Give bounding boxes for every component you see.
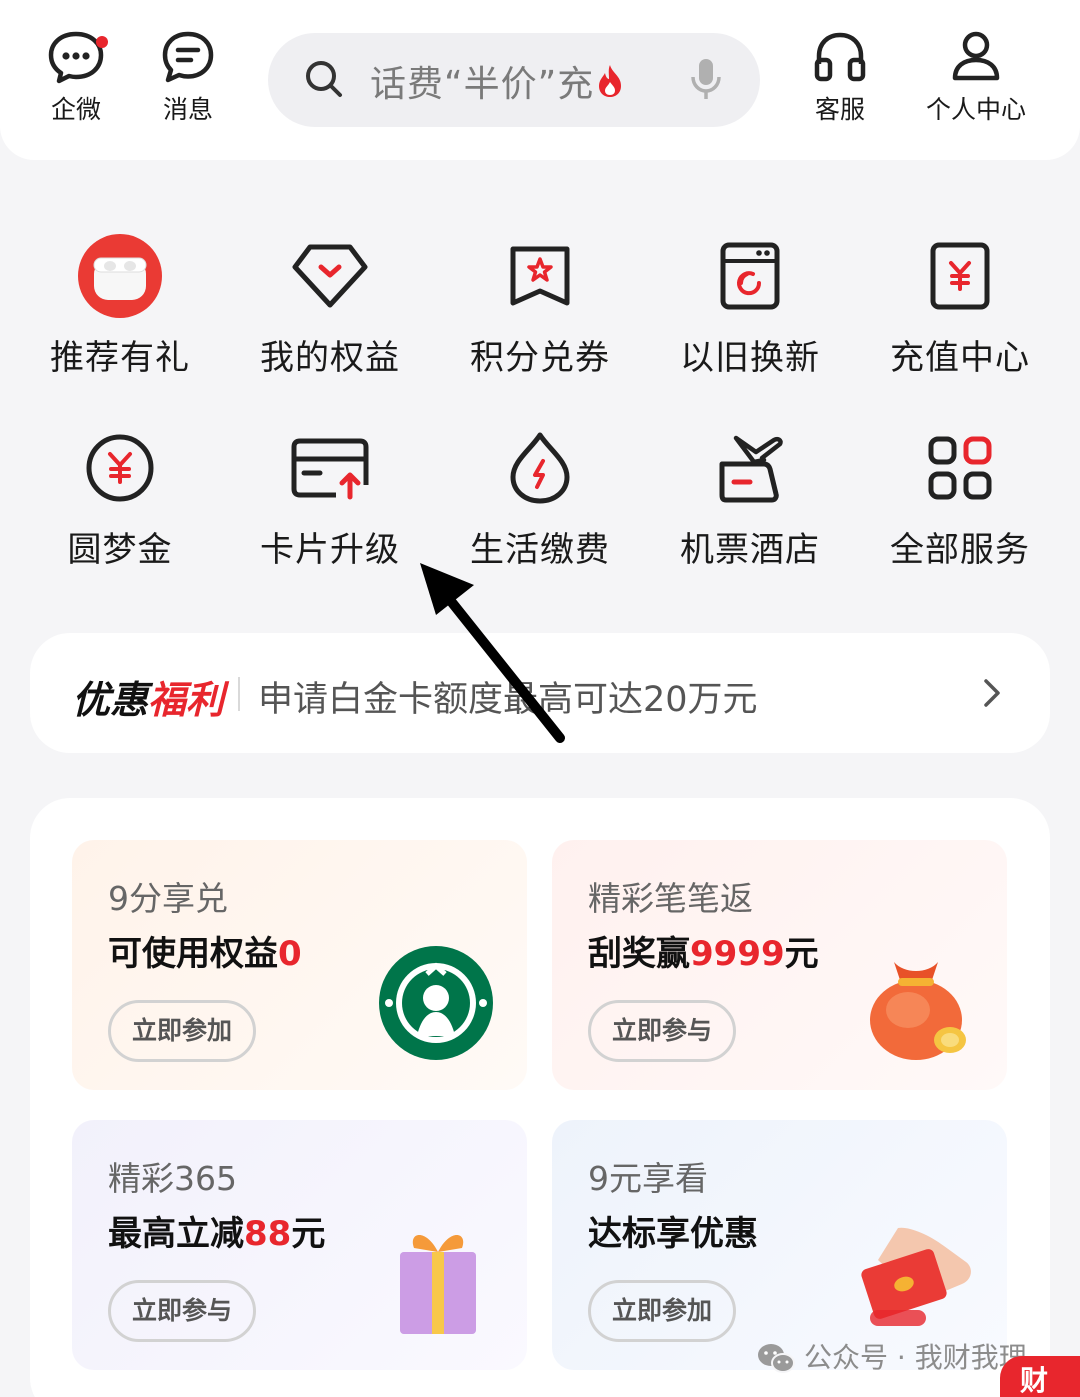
promo-divider [238,677,240,711]
money-bag-icon [870,962,966,1060]
floating-button-label: 财 [1020,1364,1049,1397]
service-label: 机票酒店 [680,530,820,570]
search-icon [306,61,342,97]
star-bookmark-icon [510,246,570,306]
card-title: 可使用权益0 [108,934,302,974]
message-icon [162,31,214,83]
chevron-right-icon [984,679,1000,707]
top-bar: 企微 消息 话费“半价”充 客服 个人中心 [0,0,1080,160]
messages-label: 消息 [162,95,213,124]
activity-card-starbucks[interactable]: 9分享兑 可使用权益0 立即参加 [72,840,527,1090]
activity-card-365[interactable]: 精彩365 最高立减88元 立即参与 [72,1120,527,1370]
service-label: 卡片升级 [260,530,400,570]
person-icon [952,31,1000,81]
service-card-upgrade[interactable]: 卡片升级 [225,420,435,570]
drop-bolt-icon [510,432,570,504]
fire-icon [599,65,621,97]
qiwei-label: 企微 [50,95,101,124]
wechat-icon [758,1344,795,1373]
service-label: 以旧换新 [680,338,820,378]
join-button[interactable]: 立即参与 [588,1000,736,1062]
activity-card-scratch[interactable]: 精彩笔笔返 刮奖赢9999元 立即参与 [552,840,1007,1090]
floating-finance-button[interactable]: 财 [1000,1356,1080,1397]
service-dream-fund[interactable]: 圆梦金 [15,420,225,570]
service-flights-hotels[interactable]: 机票酒店 [645,420,855,570]
grid-icon [928,436,992,500]
service-my-benefits[interactable]: 我的权益 [225,228,435,378]
airpods-gift-icon [78,234,162,318]
promo-title-black: 优惠 [72,678,149,722]
search-bar[interactable]: 话费“半价”充 [268,33,760,127]
coffee-logo-icon [379,946,493,1060]
service-recharge-center[interactable]: 充值中心 [855,228,1065,378]
card-title: 最高立减88元 [108,1214,326,1254]
service-all-services[interactable]: 全部服务 [855,420,1065,570]
service-label: 圆梦金 [67,530,173,570]
customer-service-button[interactable]: 客服 [780,28,900,138]
pointer-arrow-icon [420,563,565,743]
activity-panel: 9分享兑 可使用权益0 立即参加 精彩笔笔返 刮奖赢9999元 立即参与 精彩3… [30,798,1050,1397]
yuan-coin-icon [86,434,154,502]
card-subtitle: 9分享兑 [108,879,228,918]
join-button[interactable]: 立即参加 [108,1000,256,1062]
headset-icon [814,32,866,82]
card-upgrade-icon [291,438,369,500]
service-label: 积分兑券 [470,338,610,378]
service-life-payment[interactable]: 生活缴费 [435,420,645,570]
card-subtitle: 精彩365 [108,1159,237,1198]
gift-box-icon [400,1235,476,1334]
service-label: 全部服务 [890,530,1030,570]
card-subtitle: 9元享看 [588,1159,708,1198]
card-title: 达标享优惠 [588,1214,758,1254]
service-label: 我的权益 [260,338,400,378]
plane-luggage-icon [719,435,783,503]
join-button[interactable]: 立即参加 [588,1280,736,1342]
qiwei-button[interactable]: 企微 [16,28,136,138]
microphone-icon[interactable] [690,57,722,103]
card-title: 刮奖赢9999元 [588,934,819,974]
watermark: 公众号 · 我财我理 [756,1336,1027,1376]
watermark-text: 公众号 · 我财我理 [804,1341,1027,1374]
diamond-icon [292,244,368,308]
yuan-card-icon [930,242,990,310]
join-button[interactable]: 立即参与 [108,1280,256,1342]
service-points-exchange[interactable]: 积分兑券 [435,228,645,378]
service-trade-in[interactable]: 以旧换新 [645,228,855,378]
service-recommend-gift[interactable]: 推荐有礼 [15,228,225,378]
notification-dot [96,36,108,48]
service-label: 推荐有礼 [50,338,190,378]
card-subtitle: 精彩笔笔返 [588,879,753,918]
promo-title-red: 福利 [148,678,225,722]
washing-machine-icon [720,242,780,310]
red-envelope-hand-icon [861,1227,971,1326]
profile-button[interactable]: 个人中心 [916,28,1036,138]
service-label: 充值中心 [890,338,1030,378]
activity-card-video[interactable]: 9元享看 达标享优惠 立即参加 [552,1120,1007,1370]
profile-label: 个人中心 [925,95,1026,124]
customer-service-label: 客服 [814,95,865,124]
search-placeholder: 话费“半价”充 [370,64,595,105]
messages-button[interactable]: 消息 [128,28,248,138]
